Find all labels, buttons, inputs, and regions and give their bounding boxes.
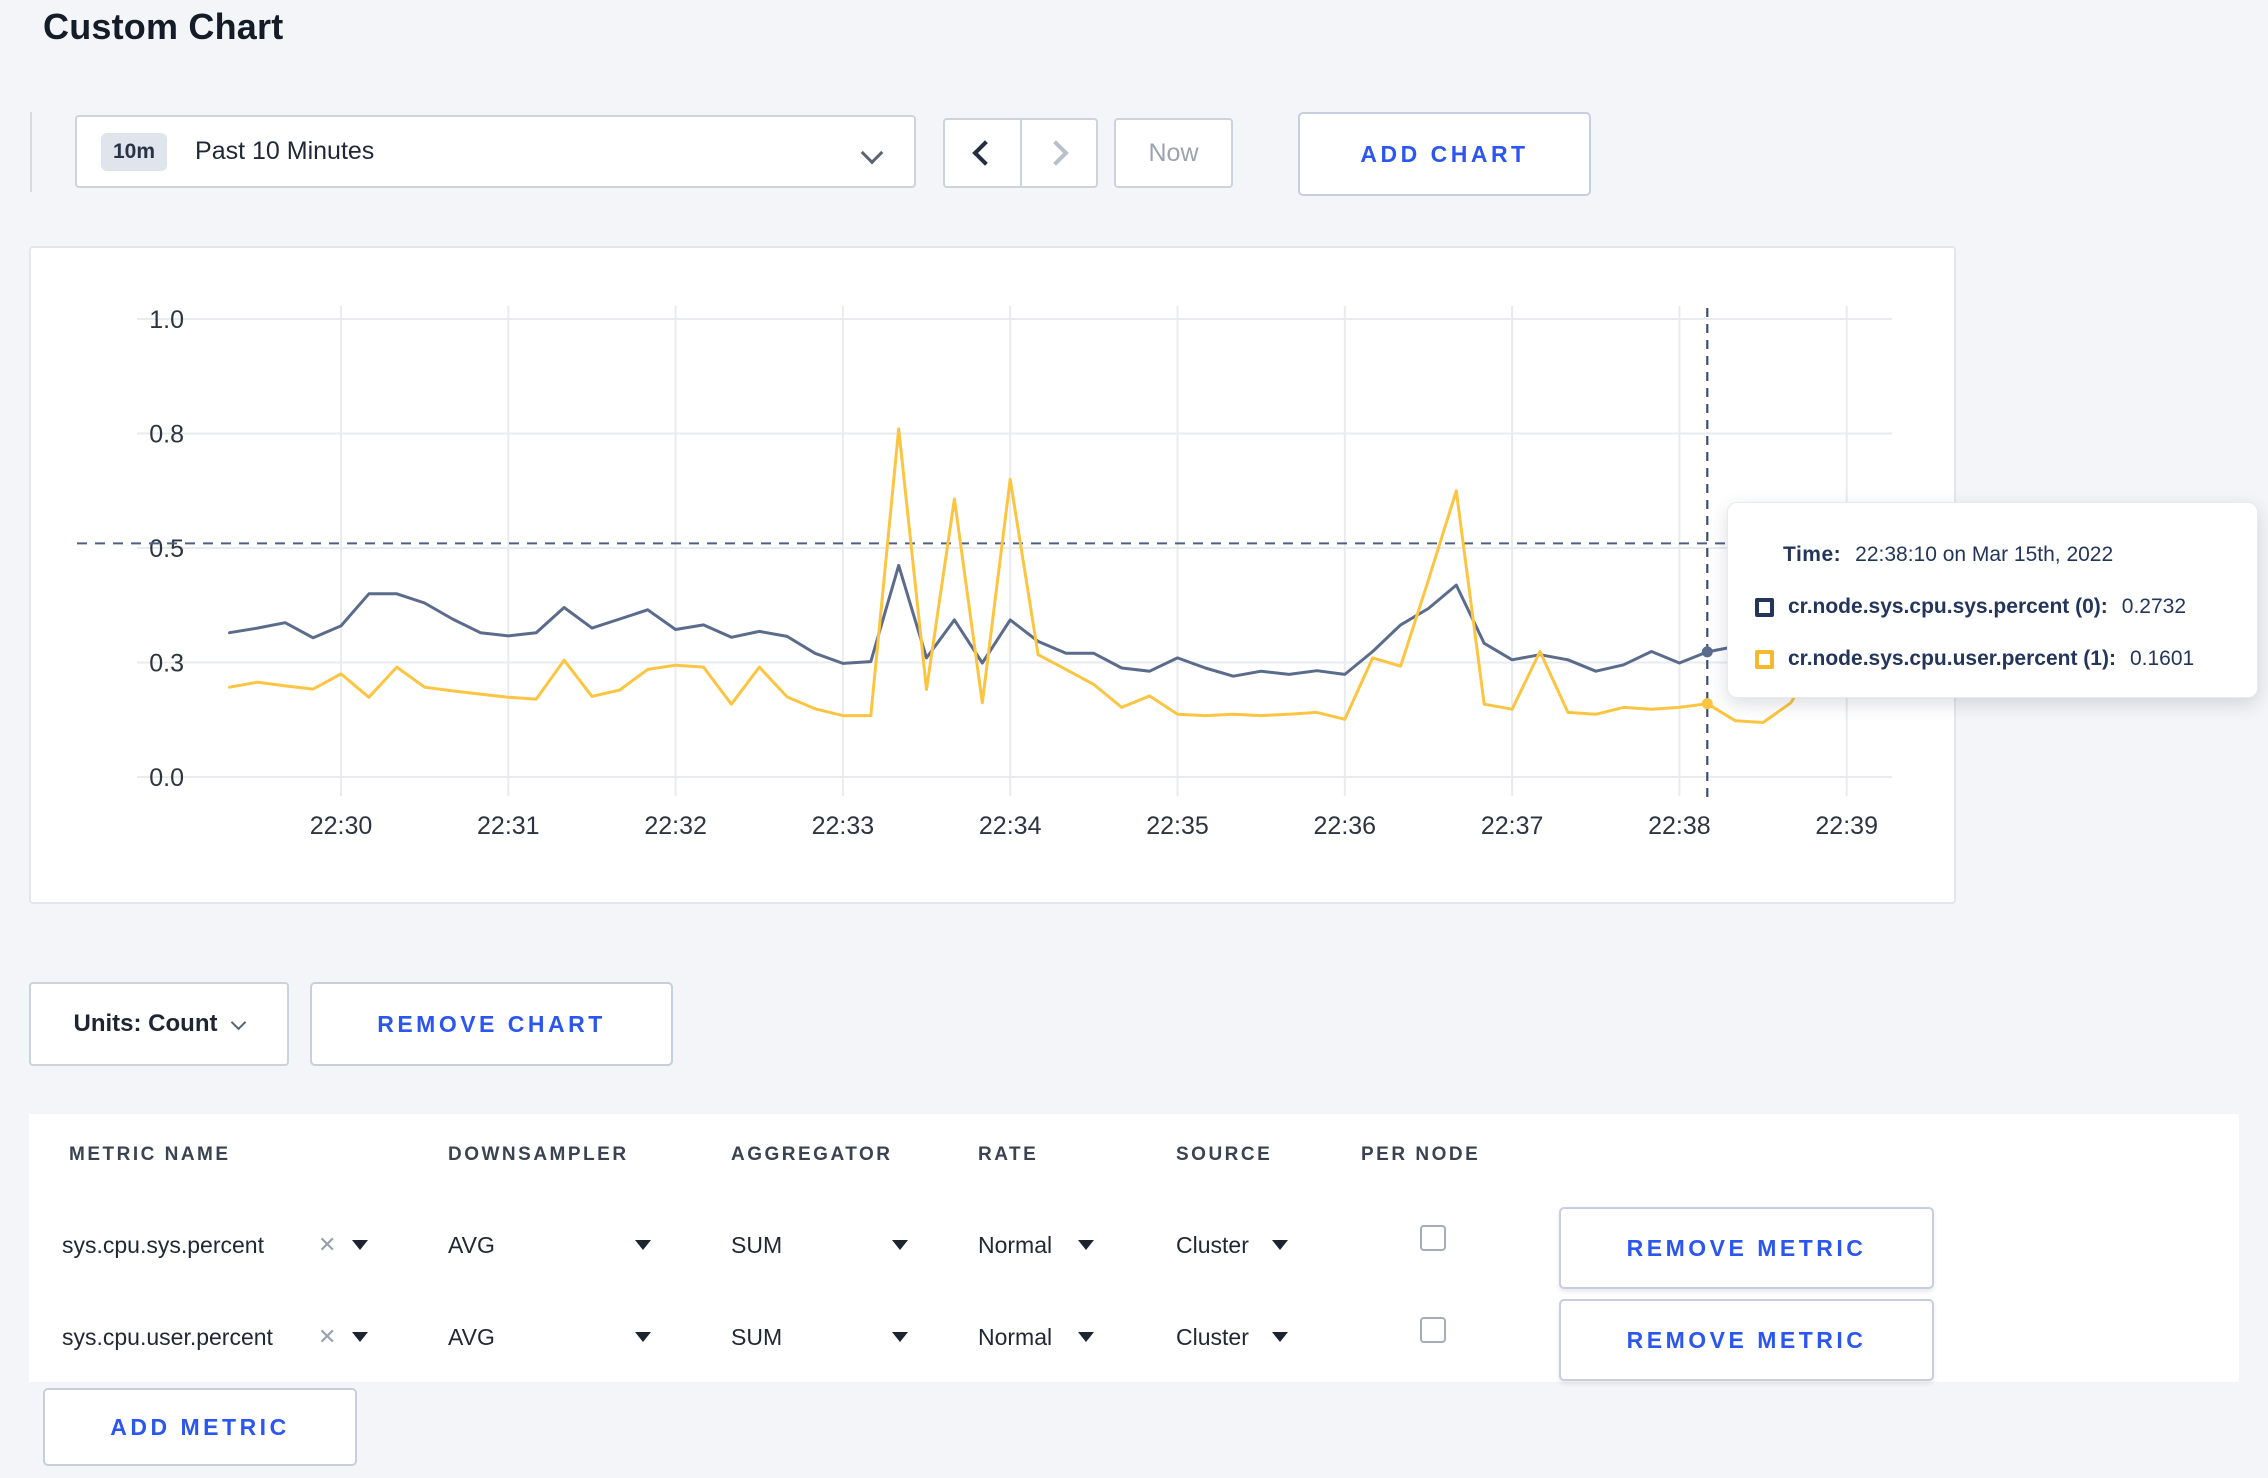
svg-text:22:31: 22:31 <box>477 812 540 840</box>
remove-metric-button[interactable]: REMOVE METRIC <box>1559 1207 1934 1289</box>
per-node-checkbox[interactable] <box>1420 1317 1446 1343</box>
rate-select[interactable]: Normal <box>978 1200 1052 1290</box>
svg-text:22:30: 22:30 <box>310 812 373 840</box>
chevron-down-icon <box>231 1014 247 1030</box>
prev-range-button[interactable] <box>945 120 1020 186</box>
tooltip-time-label: Time: <box>1783 543 1842 566</box>
metric-name-value: sys.cpu.sys.percent <box>62 1231 264 1258</box>
source-select[interactable]: Cluster <box>1176 1200 1249 1290</box>
add-chart-button[interactable]: ADD CHART <box>1298 112 1591 196</box>
downsampler-select[interactable]: AVG <box>448 1200 495 1290</box>
page-title: Custom Chart <box>43 6 284 47</box>
downsampler-caret-icon[interactable] <box>635 1292 651 1382</box>
next-range-button[interactable] <box>1019 120 1097 186</box>
metric-row: sys.cpu.sys.percent ✕ AVG SUM Normal Clu… <box>29 1200 2239 1290</box>
rate-select[interactable]: Normal <box>978 1292 1052 1382</box>
remove-metric-button[interactable]: REMOVE METRIC <box>1559 1299 1934 1381</box>
metric-name-caret-icon[interactable] <box>352 1292 368 1382</box>
time-range-label: Past 10 Minutes <box>195 137 375 165</box>
svg-text:22:33: 22:33 <box>812 812 875 840</box>
add-metric-button[interactable]: ADD METRIC <box>43 1388 357 1466</box>
toolbar-divider <box>30 112 32 192</box>
chevron-left-icon <box>972 140 998 166</box>
chevron-down-icon <box>860 141 884 165</box>
svg-text:1.0: 1.0 <box>149 306 184 334</box>
column-header-per-node: PER NODE <box>1361 1144 1481 1165</box>
tooltip-series-row: cr.node.sys.cpu.sys.percent (0): 0.2732 <box>1755 589 2233 625</box>
tooltip-series-value: 0.2732 <box>2121 595 2187 618</box>
metric-name-caret-icon[interactable] <box>352 1200 368 1290</box>
svg-text:22:36: 22:36 <box>1314 812 1377 840</box>
tooltip-time-row: Time: 22:38:10 on Mar 15th, 2022 <box>1755 537 2233 573</box>
chart-tooltip: Time: 22:38:10 on Mar 15th, 2022 cr.node… <box>1727 502 2258 698</box>
rate-caret-icon[interactable] <box>1078 1292 1094 1382</box>
tooltip-series-row: cr.node.sys.cpu.user.percent (1): 0.1601 <box>1755 641 2233 677</box>
aggregator-select[interactable]: SUM <box>731 1200 782 1290</box>
time-pager <box>943 118 1098 188</box>
aggregator-caret-icon[interactable] <box>892 1292 908 1382</box>
custom-chart-page: Custom Chart 10m Past 10 Minutes Now ADD… <box>0 0 2268 1478</box>
svg-text:0.3: 0.3 <box>149 650 184 678</box>
chevron-right-icon <box>1043 140 1069 166</box>
remove-chart-button[interactable]: REMOVE CHART <box>310 982 673 1066</box>
downsampler-caret-icon[interactable] <box>635 1200 651 1290</box>
time-range-badge: 10m <box>101 132 168 171</box>
svg-text:0.0: 0.0 <box>149 764 184 792</box>
column-header-downsampler: DOWNSAMPLER <box>448 1144 629 1165</box>
metrics-table-header: METRIC NAME DOWNSAMPLER AGGREGATOR RATE … <box>29 1114 2239 1200</box>
metric-name-value: sys.cpu.user.percent <box>62 1323 273 1350</box>
tooltip-series-label: cr.node.sys.cpu.user.percent (1): <box>1788 647 2116 670</box>
svg-text:22:37: 22:37 <box>1481 812 1544 840</box>
remove-metric-x-icon[interactable]: ✕ <box>318 1200 336 1290</box>
units-dropdown[interactable]: Units: Count <box>29 982 289 1066</box>
tooltip-time-value: 22:38:10 on Mar 15th, 2022 <box>1855 543 2114 566</box>
tooltip-series-label: cr.node.sys.cpu.sys.percent (0): <box>1788 595 2108 618</box>
svg-text:22:39: 22:39 <box>1815 812 1878 840</box>
chart-card: 0.0 0.3 0.5 0.8 1.0 22:30 22:31 22:32 22:33 22:34… <box>29 246 1956 904</box>
metric-row: sys.cpu.user.percent ✕ AVG SUM Normal Cl… <box>29 1292 2239 1382</box>
svg-text:22:32: 22:32 <box>644 812 707 840</box>
column-header-rate: RATE <box>978 1144 1039 1165</box>
time-range-selector[interactable]: 10m Past 10 Minutes <box>75 115 916 188</box>
series-sys-swatch-icon <box>1755 597 1774 617</box>
svg-text:22:35: 22:35 <box>1146 812 1209 840</box>
source-select[interactable]: Cluster <box>1176 1292 1249 1382</box>
svg-text:0.8: 0.8 <box>149 421 184 449</box>
tooltip-series-value: 0.1601 <box>2129 647 2195 670</box>
series-user-swatch-icon <box>1755 649 1774 669</box>
rate-caret-icon[interactable] <box>1078 1200 1094 1290</box>
svg-text:22:38: 22:38 <box>1648 812 1711 840</box>
metrics-table-rows: sys.cpu.sys.percent ✕ AVG SUM Normal Clu… <box>29 1200 2239 1382</box>
units-label: Units: Count <box>73 1010 218 1037</box>
svg-text:0.5: 0.5 <box>149 535 184 563</box>
remove-metric-x-icon[interactable]: ✕ <box>318 1292 336 1382</box>
now-button[interactable]: Now <box>1114 118 1233 188</box>
timeseries-chart[interactable]: 0.0 0.3 0.5 0.8 1.0 22:30 22:31 22:32 22:33 22:34… <box>31 248 1954 902</box>
svg-text:22:34: 22:34 <box>979 812 1042 840</box>
aggregator-select[interactable]: SUM <box>731 1292 782 1382</box>
column-header-metric-name: METRIC NAME <box>69 1144 231 1165</box>
column-header-source: SOURCE <box>1176 1144 1273 1165</box>
source-caret-icon[interactable] <box>1272 1292 1288 1382</box>
per-node-checkbox[interactable] <box>1420 1225 1446 1251</box>
downsampler-select[interactable]: AVG <box>448 1292 495 1382</box>
column-header-aggregator: AGGREGATOR <box>731 1144 893 1165</box>
source-caret-icon[interactable] <box>1272 1200 1288 1290</box>
aggregator-caret-icon[interactable] <box>892 1200 908 1290</box>
